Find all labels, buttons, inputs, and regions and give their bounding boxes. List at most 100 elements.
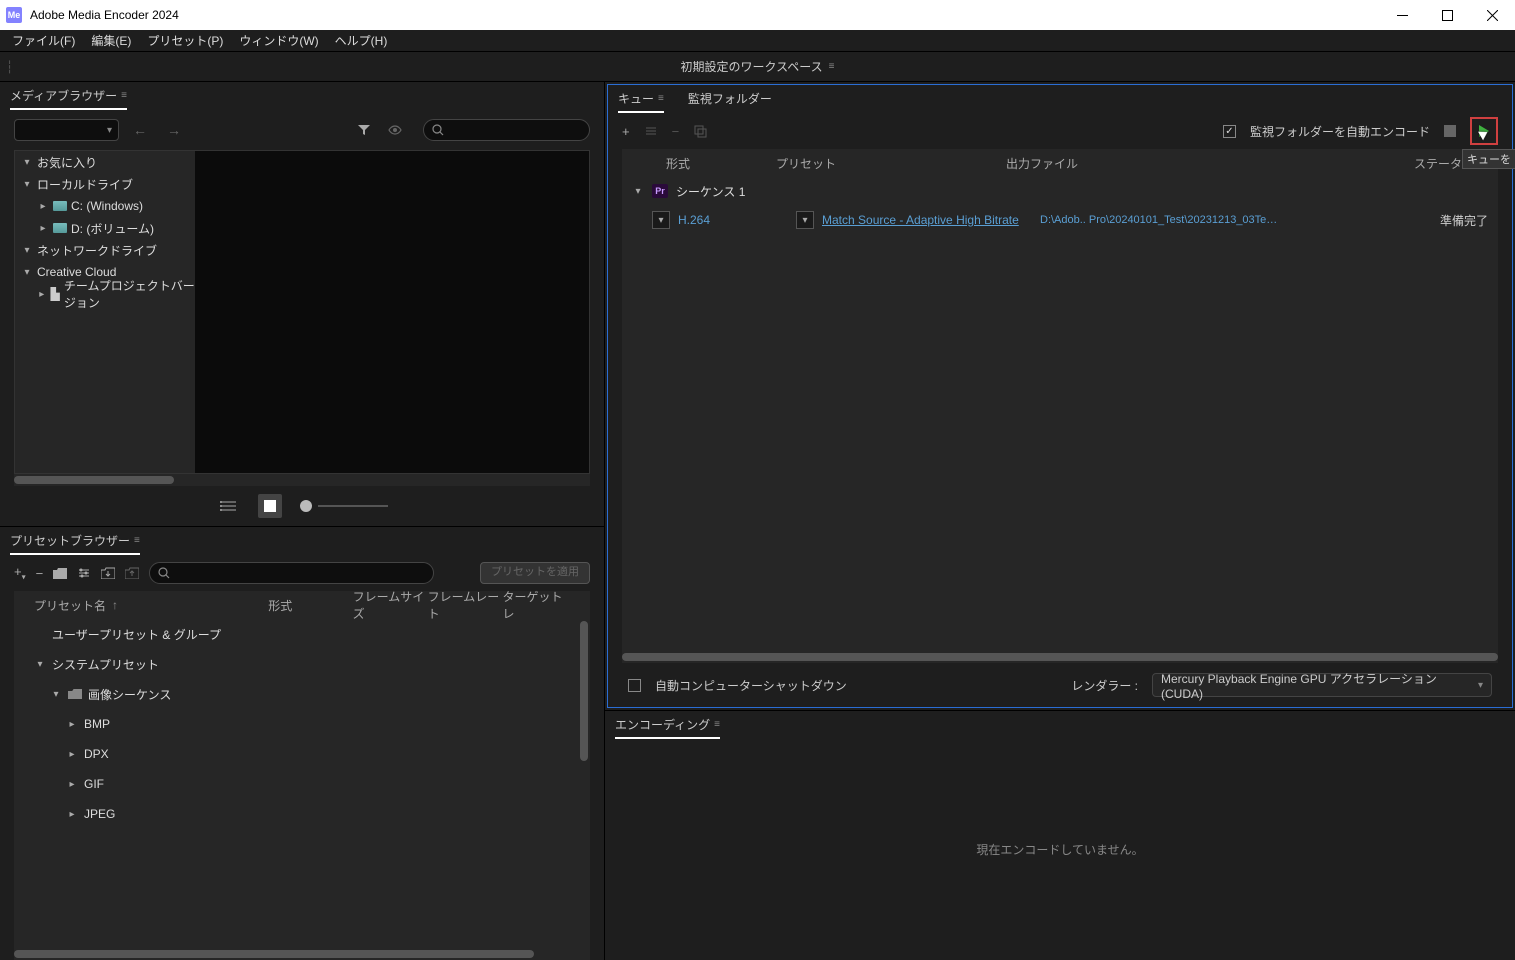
source-name: シーケンス 1	[676, 183, 745, 200]
remove-button[interactable]: −	[672, 124, 680, 139]
preset-user-group[interactable]: ユーザープリセット & グループ	[14, 619, 590, 649]
apply-preset-button[interactable]: プリセットを適用	[480, 562, 590, 584]
menu-preset[interactable]: プリセット(P)	[139, 30, 231, 51]
encoding-panel: エンコーディング≡ 現在エンコードしていません。	[605, 710, 1515, 960]
document-icon	[50, 287, 59, 301]
tree-network-drives[interactable]: ▾ネットワークドライブ	[15, 239, 195, 261]
col-status[interactable]: ステータス	[1256, 155, 1484, 172]
auto-shutdown-label: 自動コンピューターシャットダウン	[655, 677, 847, 694]
titlebar: Me Adobe Media Encoder 2024	[0, 0, 1515, 30]
ingest-icon[interactable]	[383, 124, 407, 136]
col-preset-name[interactable]: プリセット名	[34, 597, 106, 614]
col-frame-size[interactable]: フレームサイズ	[353, 588, 428, 622]
start-queue-button[interactable]	[1470, 117, 1498, 145]
close-button[interactable]	[1470, 0, 1515, 30]
drive-icon	[53, 201, 67, 211]
new-group-button[interactable]	[53, 567, 67, 579]
import-preset-button[interactable]	[101, 567, 115, 579]
stop-queue-button[interactable]	[1444, 125, 1456, 137]
preset-image-seq[interactable]: ▾画像シーケンス	[14, 679, 590, 709]
filter-icon[interactable]	[353, 123, 375, 137]
list-view-button[interactable]	[216, 494, 240, 518]
grip-icon: ┆	[6, 60, 13, 74]
queue-item-format[interactable]: H.264	[678, 213, 788, 227]
thumbnail-view-button[interactable]	[258, 494, 282, 518]
chevron-right-icon: ▸	[37, 201, 49, 212]
chevron-down-icon: ▾	[21, 157, 33, 168]
format-dropdown-button[interactable]: ▾	[652, 211, 670, 229]
workspace-menu-icon[interactable]: ≡	[829, 61, 835, 72]
media-search-input[interactable]	[423, 119, 591, 141]
tree-local-drives[interactable]: ▾ローカルドライブ	[15, 173, 195, 195]
maximize-button[interactable]	[1425, 0, 1470, 30]
chevron-right-icon: ▸	[37, 223, 49, 234]
preset-scrollbar-v[interactable]	[580, 621, 588, 946]
remove-preset-button[interactable]: −	[36, 566, 44, 581]
panel-menu-icon[interactable]: ≡	[121, 90, 127, 101]
tree-favorites[interactable]: ▾お気に入り	[15, 151, 195, 173]
panel-menu-icon[interactable]: ≡	[714, 719, 720, 730]
media-tree: ▾お気に入り ▾ローカルドライブ ▸C: (Windows) ▸D: (ボリュー…	[15, 151, 195, 473]
tree-drive-c[interactable]: ▸C: (Windows)	[15, 195, 195, 217]
zoom-slider[interactable]	[300, 500, 388, 512]
chevron-down-icon: ▾	[107, 125, 112, 136]
preset-search-input[interactable]	[149, 562, 434, 584]
auto-shutdown-checkbox[interactable]	[628, 679, 641, 692]
col-target[interactable]: ターゲットレ	[503, 588, 570, 622]
preset-jpeg[interactable]: ▸JPEG	[14, 799, 590, 829]
col-output[interactable]: 出力ファイル	[1006, 155, 1256, 172]
location-dropdown[interactable]: ▾	[14, 119, 119, 141]
renderer-label: レンダラー :	[1071, 677, 1138, 694]
duplicate-button[interactable]	[693, 124, 707, 138]
menu-window[interactable]: ウィンドウ(W)	[231, 30, 326, 51]
queue-item-preset[interactable]: Match Source - Adaptive High Bitrate	[822, 213, 1019, 227]
workspace-label[interactable]: 初期設定のワークスペース	[680, 58, 822, 75]
minimize-button[interactable]	[1380, 0, 1425, 30]
workspace-bar: ┆ 初期設定のワークスペース ≡	[0, 52, 1515, 82]
renderer-dropdown[interactable]: Mercury Playback Engine GPU アクセラレーション (C…	[1152, 673, 1492, 697]
add-output-button[interactable]	[644, 125, 658, 137]
preset-gif[interactable]: ▸GIF	[14, 769, 590, 799]
preset-dpx[interactable]: ▸DPX	[14, 739, 590, 769]
queue-item-status: 準備完了	[1288, 212, 1498, 229]
col-format[interactable]: 形式	[268, 597, 352, 614]
queue-item-row[interactable]: ▾ H.264 ▾ Match Source - Adaptive High B…	[622, 205, 1498, 235]
queue-item-output[interactable]: D:\Adob.. Pro\20240101_Test\20231213_03T…	[1040, 214, 1280, 226]
panel-menu-icon[interactable]: ≡	[134, 535, 140, 546]
add-preset-button[interactable]: +▾	[14, 564, 26, 582]
menu-help[interactable]: ヘルプ(H)	[327, 30, 396, 51]
auto-encode-checkbox[interactable]	[1223, 125, 1236, 138]
col-frame-rate[interactable]: フレームレート	[428, 588, 503, 622]
menu-edit[interactable]: 編集(E)	[83, 30, 139, 51]
preset-bmp[interactable]: ▸BMP	[14, 709, 590, 739]
chevron-down-icon: ▾	[50, 689, 62, 700]
media-scrollbar-h[interactable]	[14, 474, 590, 486]
chevron-down-icon: ▾	[34, 659, 46, 670]
queue-tab[interactable]: キュー≡	[618, 86, 664, 113]
preset-dropdown-button[interactable]: ▾	[796, 211, 814, 229]
preset-browser-tab[interactable]: プリセットブラウザー≡	[10, 528, 140, 555]
nav-back-button[interactable]: ←	[127, 122, 153, 138]
preset-list: ユーザープリセット & グループ ▾システムプリセット ▾画像シーケンス ▸BM…	[14, 619, 590, 948]
preset-system[interactable]: ▾システムプリセット	[14, 649, 590, 679]
tree-drive-d[interactable]: ▸D: (ボリューム)	[15, 217, 195, 239]
panel-menu-icon[interactable]: ≡	[658, 93, 664, 104]
encoding-tab[interactable]: エンコーディング≡	[615, 712, 720, 739]
col-format[interactable]: 形式	[636, 155, 776, 172]
chevron-down-icon: ▾	[21, 267, 33, 278]
preset-settings-button[interactable]	[77, 567, 91, 579]
renderer-value: Mercury Playback Engine GPU アクセラレーション (C…	[1161, 670, 1478, 701]
col-preset[interactable]: プリセット	[776, 155, 1006, 172]
watch-folder-tab[interactable]: 監視フォルダー	[688, 86, 772, 113]
nav-forward-button[interactable]: →	[161, 122, 187, 138]
queue-source-row[interactable]: ▾ Pr シーケンス 1	[622, 177, 1498, 205]
queue-scrollbar-h[interactable]	[622, 651, 1498, 663]
menu-file[interactable]: ファイル(F)	[4, 30, 83, 51]
export-preset-button[interactable]	[125, 567, 139, 579]
media-content-area	[195, 151, 589, 473]
tree-team-projects[interactable]: ▸チームプロジェクトバージョン	[15, 283, 195, 305]
preset-scrollbar-h[interactable]	[14, 948, 590, 960]
add-source-button[interactable]: +	[622, 124, 630, 139]
app-title: Adobe Media Encoder 2024	[30, 8, 1380, 22]
media-browser-tab[interactable]: メディアブラウザー≡	[10, 83, 127, 110]
